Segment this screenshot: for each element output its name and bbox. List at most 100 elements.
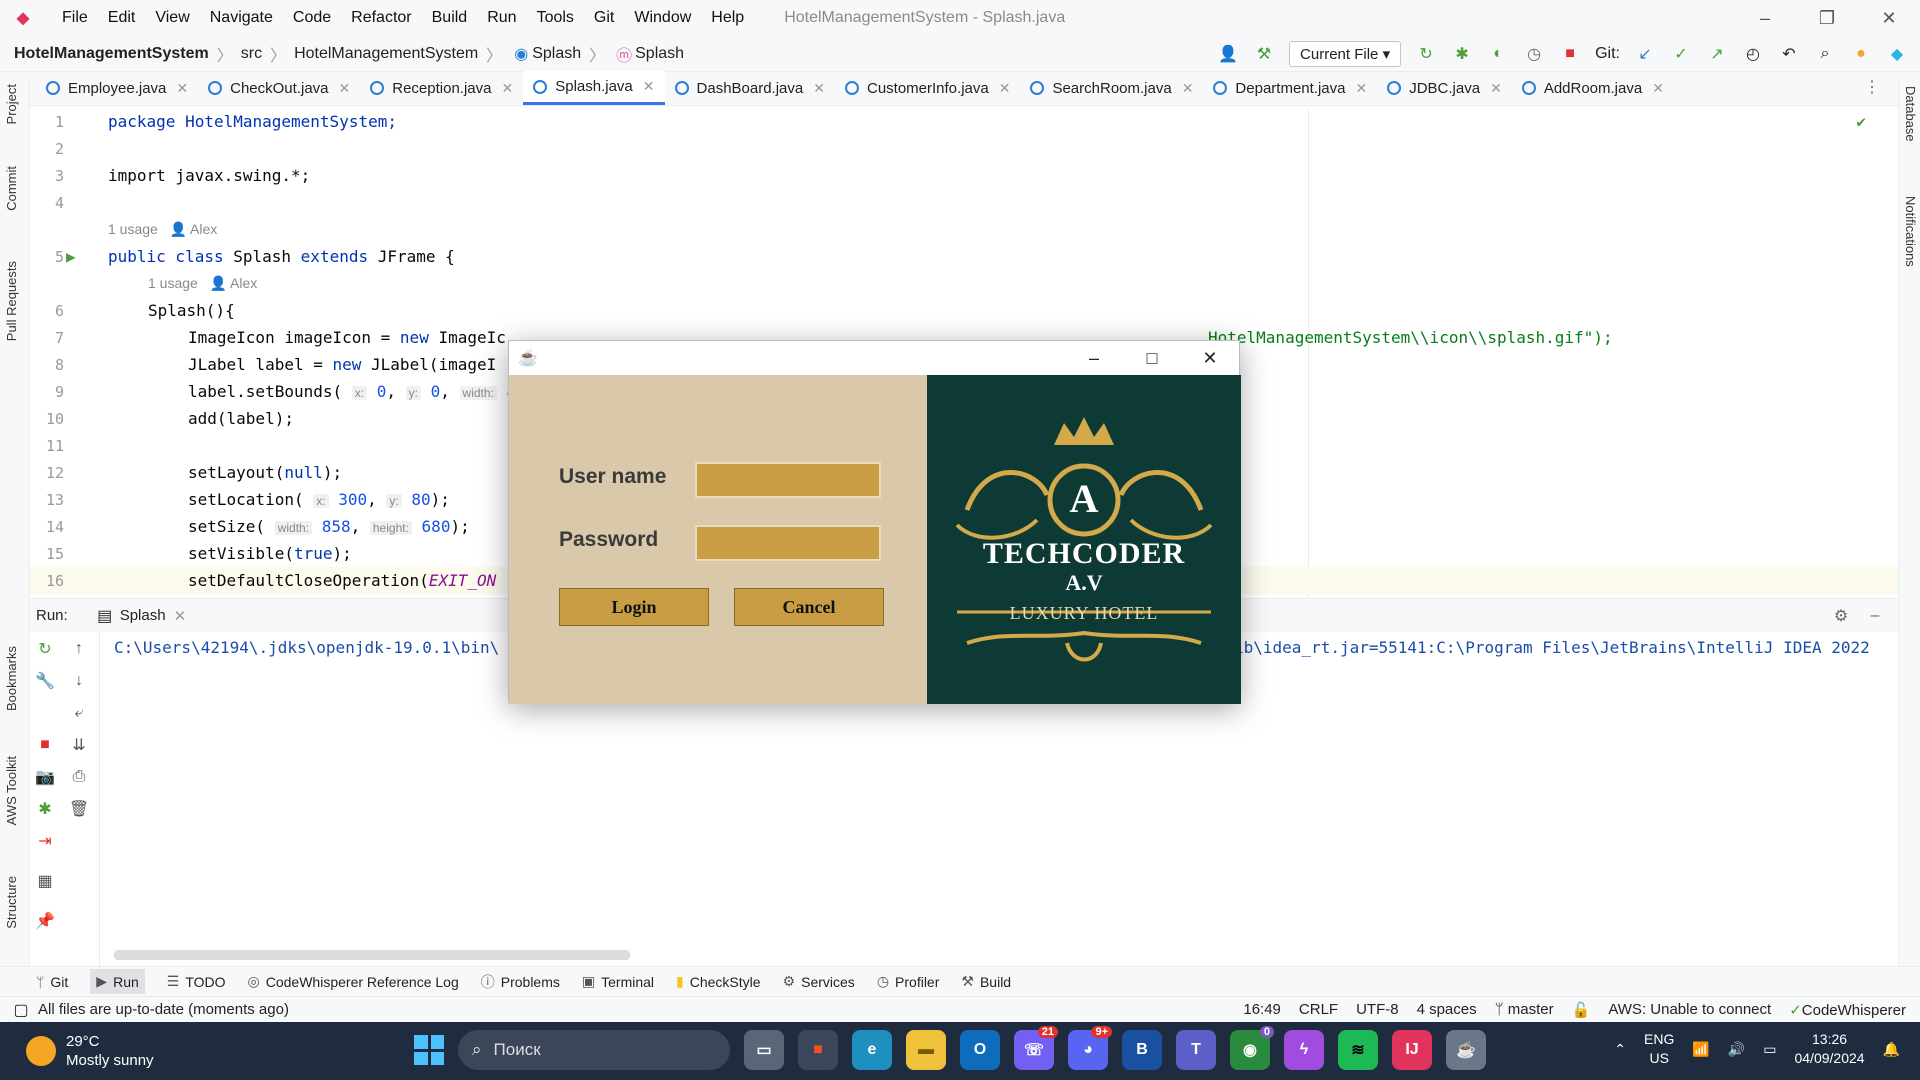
teams-icon[interactable]: T: [1176, 1030, 1216, 1070]
notifications-tool[interactable]: Notifications: [1903, 196, 1918, 267]
bottom-tool-profiler[interactable]: ◷ Profiler: [877, 973, 940, 990]
git-push-icon[interactable]: ↗: [1706, 43, 1728, 65]
menu-tools[interactable]: Tools: [527, 9, 584, 27]
run-gutter-icon[interactable]: ▶: [66, 247, 76, 266]
dialog-close-icon[interactable]: ✕: [1181, 348, 1239, 369]
debug-icon[interactable]: ✱: [1451, 43, 1473, 65]
dialog-minimize-icon[interactable]: –: [1065, 348, 1123, 369]
close-tab-icon[interactable]: ✕: [1652, 80, 1664, 97]
history-icon[interactable]: ◴: [1742, 43, 1764, 65]
menu-edit[interactable]: Edit: [98, 9, 146, 27]
settings-gear-icon[interactable]: ⚙: [1830, 605, 1852, 627]
menu-file[interactable]: File: [52, 9, 98, 27]
wifi-icon[interactable]: 📶: [1692, 1041, 1709, 1058]
pull-requests-tool[interactable]: Pull Requests: [4, 261, 19, 341]
hide-panel-icon[interactable]: –: [1864, 605, 1886, 627]
b-app-icon[interactable]: B: [1122, 1030, 1162, 1070]
windows-start-icon[interactable]: [414, 1035, 444, 1065]
dialog-maximize-icon[interactable]: □: [1123, 348, 1181, 369]
panel-toggle-icon[interactable]: ▢: [10, 999, 32, 1021]
login-button[interactable]: Login: [559, 588, 709, 626]
rerun-icon[interactable]: ↻: [1415, 43, 1437, 65]
toolbox-icon[interactable]: ◆: [1886, 43, 1908, 65]
aws-status[interactable]: AWS: Unable to connect: [1608, 1001, 1771, 1019]
breadcrumb-class[interactable]: Splash: [532, 45, 581, 63]
menu-navigate[interactable]: Navigate: [200, 9, 283, 27]
author-name[interactable]: Alex: [190, 221, 217, 237]
user-icon[interactable]: 👤: [1217, 43, 1239, 65]
profile-icon[interactable]: ◷: [1523, 43, 1545, 65]
tab-customerinfo[interactable]: CustomerInfo.java ✕: [835, 71, 1020, 105]
java-app-icon[interactable]: ☕: [1446, 1030, 1486, 1070]
bottom-tool-terminal[interactable]: ▣ Terminal: [582, 973, 654, 990]
bottom-tool-todo[interactable]: ☰ TODO: [167, 973, 226, 990]
close-tab-icon[interactable]: ✕: [999, 80, 1011, 97]
debug-icon[interactable]: ✱: [34, 798, 56, 820]
bottom-tool-services[interactable]: ⚙ Services: [783, 973, 855, 990]
microsoft-store-icon[interactable]: ■: [798, 1030, 838, 1070]
structure-tool[interactable]: Structure: [4, 876, 19, 929]
tab-searchroom[interactable]: SearchRoom.java ✕: [1020, 71, 1203, 105]
bottom-tool-git[interactable]: ᛘ Git: [36, 974, 68, 990]
trash-icon[interactable]: 🗑: [68, 798, 90, 820]
indent-setting[interactable]: 4 spaces: [1417, 1001, 1477, 1019]
console-scrollbar[interactable]: [114, 950, 630, 960]
close-tab-icon[interactable]: ✕: [1182, 80, 1194, 97]
exit-icon[interactable]: ⇥: [34, 830, 56, 852]
breadcrumb-package[interactable]: HotelManagementSystem: [294, 45, 478, 63]
bottom-tool-problems[interactable]: ⓘ Problems: [481, 972, 560, 992]
console-output[interactable]: C:\Users\42194\.jdks\openjdk-19.0.1\bin\…: [114, 638, 1870, 657]
bottom-tool-codewhisperer[interactable]: ◎ CodeWhisperer Reference Log: [248, 973, 459, 990]
close-tab-icon[interactable]: ✕: [1490, 80, 1502, 97]
taskbar-search[interactable]: ⌕ Поиск: [458, 1030, 730, 1070]
edge-icon[interactable]: e: [852, 1030, 892, 1070]
stop-icon[interactable]: ■: [1559, 43, 1581, 65]
outlook-icon[interactable]: O: [960, 1030, 1000, 1070]
author-name[interactable]: Alex: [230, 275, 257, 291]
spotify-icon[interactable]: ≋: [1338, 1030, 1378, 1070]
tab-jdbc[interactable]: JDBC.java ✕: [1377, 71, 1512, 105]
scroll-up-icon[interactable]: ↑: [68, 638, 90, 660]
commit-tool[interactable]: Commit: [4, 166, 19, 211]
menu-refactor[interactable]: Refactor: [341, 9, 421, 27]
usage-count[interactable]: 1 usage: [148, 275, 198, 291]
tab-department[interactable]: Department.java ✕: [1203, 71, 1377, 105]
pin-icon[interactable]: 📌: [34, 910, 56, 932]
bottom-tool-build[interactable]: ⚒ Build: [961, 973, 1011, 990]
password-field[interactable]: [695, 525, 881, 561]
discord-icon[interactable]: ◕ 9+: [1068, 1026, 1112, 1070]
line-separator[interactable]: CRLF: [1299, 1001, 1338, 1019]
notification-bell-icon[interactable]: 🔔: [1883, 1041, 1900, 1058]
battery-icon[interactable]: ▭: [1763, 1041, 1776, 1058]
tab-addroom[interactable]: AddRoom.java ✕: [1512, 71, 1674, 105]
tab-checkout[interactable]: CheckOut.java ✕: [198, 71, 360, 105]
git-branch[interactable]: ᛘ master: [1495, 1001, 1554, 1019]
task-view-icon[interactable]: ▭: [744, 1030, 784, 1070]
close-tab-icon[interactable]: ✕: [643, 78, 655, 95]
git-update-icon[interactable]: ↙: [1634, 43, 1656, 65]
usage-count[interactable]: 1 usage: [108, 221, 158, 237]
tab-splash[interactable]: Splash.java ✕: [523, 71, 665, 105]
rollback-icon[interactable]: ↶: [1778, 43, 1800, 65]
close-tab-icon[interactable]: ✕: [813, 80, 825, 97]
weather-widget[interactable]: 29°C Mostly sunny: [26, 1032, 154, 1070]
show-hidden-icons-icon[interactable]: ⌃: [1614, 1041, 1626, 1058]
search-icon[interactable]: ⌕: [1814, 43, 1836, 65]
run-tab[interactable]: Splash: [120, 607, 166, 624]
clock[interactable]: 13:26 04/09/2024: [1794, 1030, 1864, 1068]
menu-git[interactable]: Git: [584, 9, 624, 27]
layout-icon[interactable]: ▦: [34, 870, 56, 892]
menu-help[interactable]: Help: [701, 9, 754, 27]
print-icon[interactable]: ⎙: [68, 766, 90, 788]
aws-toolkit-tool[interactable]: AWS Toolkit: [4, 756, 19, 825]
viber-icon[interactable]: ☏ 21: [1014, 1026, 1058, 1070]
menu-window[interactable]: Window: [624, 9, 701, 27]
project-tool[interactable]: Project: [4, 84, 19, 124]
menu-view[interactable]: View: [145, 9, 199, 27]
messenger-icon[interactable]: ϟ: [1284, 1030, 1324, 1070]
coverage-icon[interactable]: ◐: [1487, 43, 1509, 65]
bookmarks-tool[interactable]: Bookmarks: [4, 646, 19, 711]
minimize-icon[interactable]: –: [1734, 8, 1796, 29]
close-tab-icon[interactable]: ✕: [1355, 80, 1367, 97]
codewhisperer-status[interactable]: ✓CodeWhisperer: [1789, 1001, 1906, 1019]
